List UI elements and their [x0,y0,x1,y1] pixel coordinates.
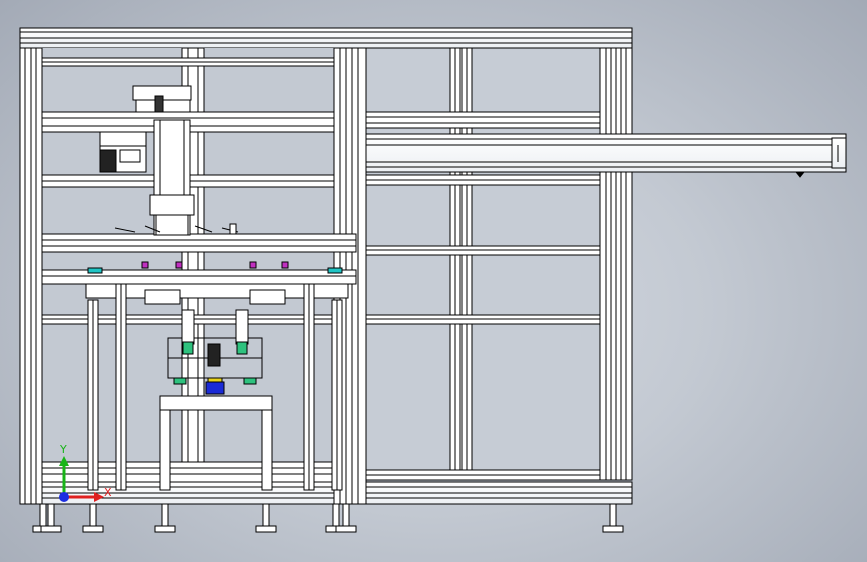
z-axis-dot [59,492,69,502]
y-axis-label: Y [59,443,67,456]
cad-viewport[interactable]: Y X [0,0,867,562]
x-axis-arrowhead [94,492,104,502]
y-axis-arrowhead [59,456,69,466]
coordinate-triad: Y X [59,443,112,502]
x-axis-label: X [104,486,112,499]
